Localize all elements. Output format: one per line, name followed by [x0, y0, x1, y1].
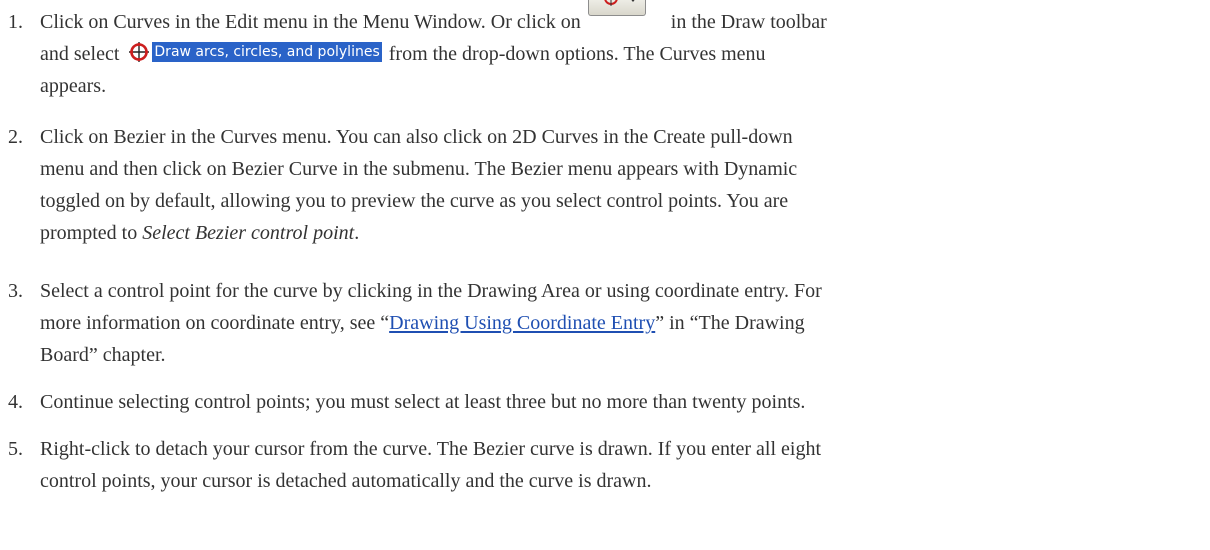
- step-text: Select a control point for the curve by …: [40, 280, 822, 302]
- step-text: appears.: [40, 75, 107, 97]
- step-text: control points, your cursor is detached …: [40, 470, 652, 492]
- step-text: Right-click to detach your cursor from t…: [40, 438, 822, 460]
- step-text: menu and then click on Bezier Curve in t…: [40, 158, 798, 180]
- step-text: .: [354, 222, 360, 244]
- chevron-down-icon: [628, 0, 637, 2]
- draw-arcs-option[interactable]: Draw arcs, circles, and polylines: [128, 40, 382, 64]
- draw-toolbar-button[interactable]: [587, 0, 646, 16]
- step-text: and select: [40, 43, 120, 65]
- prompt-text: Select Bezier control point: [142, 222, 355, 244]
- step-text: Click on Curves in the Edit menu in the …: [40, 11, 581, 33]
- option-label: Draw arcs, circles, and polylines: [152, 42, 382, 62]
- step-number: 1.: [8, 11, 23, 33]
- step-text: in the Draw toolbar: [670, 11, 827, 33]
- step-text: Board” chapter.: [40, 344, 166, 366]
- instruction-document: 1. Click on Curves in the Edit menu in t…: [0, 0, 1210, 550]
- step-number: 5.: [8, 438, 23, 460]
- step-text: from the drop-down options. The Curves m…: [388, 43, 766, 65]
- step-number: 4.: [8, 391, 23, 413]
- step-text: more information on coordinate entry, se…: [40, 312, 390, 334]
- step-text: toggled on by default, allowing you to p…: [40, 190, 789, 212]
- curve-target-icon: [128, 41, 150, 63]
- step-text: prompted to: [40, 222, 143, 244]
- step-text: Click on Bezier in the Curves menu. You …: [40, 126, 793, 148]
- step-text: Continue selecting control points; you m…: [40, 391, 806, 413]
- step-text: ” in “The Drawing: [655, 312, 805, 334]
- step-number: 2.: [8, 126, 23, 148]
- coordinate-entry-link[interactable]: Drawing Using Coordinate Entry: [389, 312, 655, 334]
- curve-target-icon: [603, 0, 619, 6]
- step-number: 3.: [8, 280, 23, 302]
